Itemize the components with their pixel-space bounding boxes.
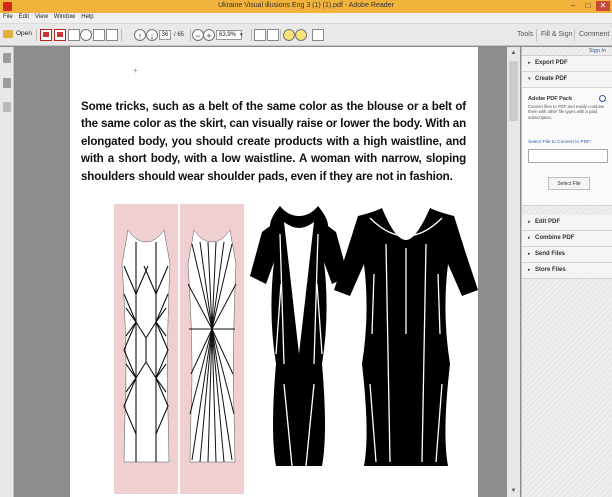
menu-bar: File Edit View Window Help [0, 13, 612, 24]
section-combine-pdf[interactable]: ▸ Combine PDF [522, 231, 612, 247]
title-bar: Ukraine Visual illusions Eng 3 (1) (1).p… [0, 0, 612, 13]
figure-panel-3 [250, 206, 348, 467]
bookmarks-icon[interactable] [3, 78, 11, 88]
maximize-button[interactable]: □ [581, 1, 595, 11]
section-label: Create PDF [535, 76, 568, 82]
pdf-pack-heading: Adobe PDF Pack [528, 96, 573, 102]
section-label: Send Files [535, 251, 566, 257]
window-title: Ukraine Visual illusions Eng 3 (1) (1).p… [218, 2, 394, 9]
figure-panel-4 [334, 208, 478, 466]
figure-panel-2 [180, 204, 244, 494]
page-thumbnails-icon[interactable] [3, 53, 11, 63]
tab-tools[interactable]: Tools [517, 31, 533, 38]
tools-panel: Sign In ▸ Export PDF ▾ Create PDF Adobe … [521, 47, 612, 497]
chevron-right-icon: ▸ [528, 267, 531, 273]
dress-2-outline [187, 229, 237, 463]
chevron-right-icon: ▸ [528, 235, 531, 241]
info-icon[interactable] [599, 95, 606, 102]
navigation-pane [0, 47, 14, 497]
scroll-down-icon[interactable]: ▼ [507, 485, 520, 497]
menu-window[interactable]: Window [51, 13, 78, 20]
pdf-page[interactable]: + Some tricks, such as a belt of the sam… [70, 47, 478, 497]
chevron-down-icon: ▾ [528, 76, 531, 82]
body-paragraph: Some tricks, such as a belt of the same … [81, 100, 466, 183]
cursor-crosshair-icon: + [133, 66, 138, 75]
menu-edit[interactable]: Edit [16, 13, 32, 20]
tab-comment[interactable]: Comment [579, 31, 609, 38]
chevron-right-icon: ▸ [528, 60, 531, 66]
minimize-button[interactable]: – [566, 1, 580, 11]
section-label: Store Files [535, 267, 566, 273]
section-label: Edit PDF [535, 219, 560, 225]
document-view[interactable]: + Some tricks, such as a belt of the sam… [15, 47, 522, 497]
select-file-button[interactable]: Select File [548, 177, 590, 190]
figure-panel-1 [114, 204, 178, 494]
menu-file[interactable]: File [0, 13, 16, 20]
menu-help[interactable]: Help [78, 13, 96, 20]
section-export-pdf[interactable]: ▸ Export PDF [522, 56, 612, 72]
sign-in-link[interactable]: Sign In [589, 48, 606, 54]
pdf-pack-description: Convert files to PDF and easily combine … [528, 104, 605, 120]
select-file-label: Select File to Convert to PDF: [528, 140, 592, 145]
scroll-up-icon[interactable]: ▲ [507, 47, 520, 59]
dress-illusion-figure [114, 204, 478, 494]
tab-fill-sign[interactable]: Fill & Sign [541, 31, 573, 38]
chevron-right-icon: ▸ [528, 219, 531, 225]
create-pdf-body: Adobe PDF Pack Convert files to PDF and … [522, 88, 612, 206]
menu-view[interactable]: View [32, 13, 51, 20]
scrollbar-thumb[interactable] [509, 61, 518, 121]
tab-separator [574, 29, 575, 41]
task-tabs: Tools Fill & Sign Comment [0, 24, 612, 46]
section-label: Combine PDF [535, 235, 575, 241]
close-button[interactable]: ✕ [596, 1, 610, 11]
section-label: Export PDF [535, 60, 568, 66]
vertical-scrollbar[interactable]: ▲ ▼ [507, 47, 520, 497]
dress-4-silhouette [334, 208, 478, 466]
section-edit-pdf[interactable]: ▸ Edit PDF [522, 215, 612, 231]
section-store-files[interactable]: ▸ Store Files [522, 263, 612, 279]
attachments-icon[interactable] [3, 102, 11, 112]
chevron-right-icon: ▸ [528, 251, 531, 257]
file-path-field[interactable] [528, 149, 608, 163]
section-send-files[interactable]: ▸ Send Files [522, 247, 612, 263]
section-create-pdf[interactable]: ▾ Create PDF [522, 72, 612, 88]
tab-separator [536, 29, 537, 41]
